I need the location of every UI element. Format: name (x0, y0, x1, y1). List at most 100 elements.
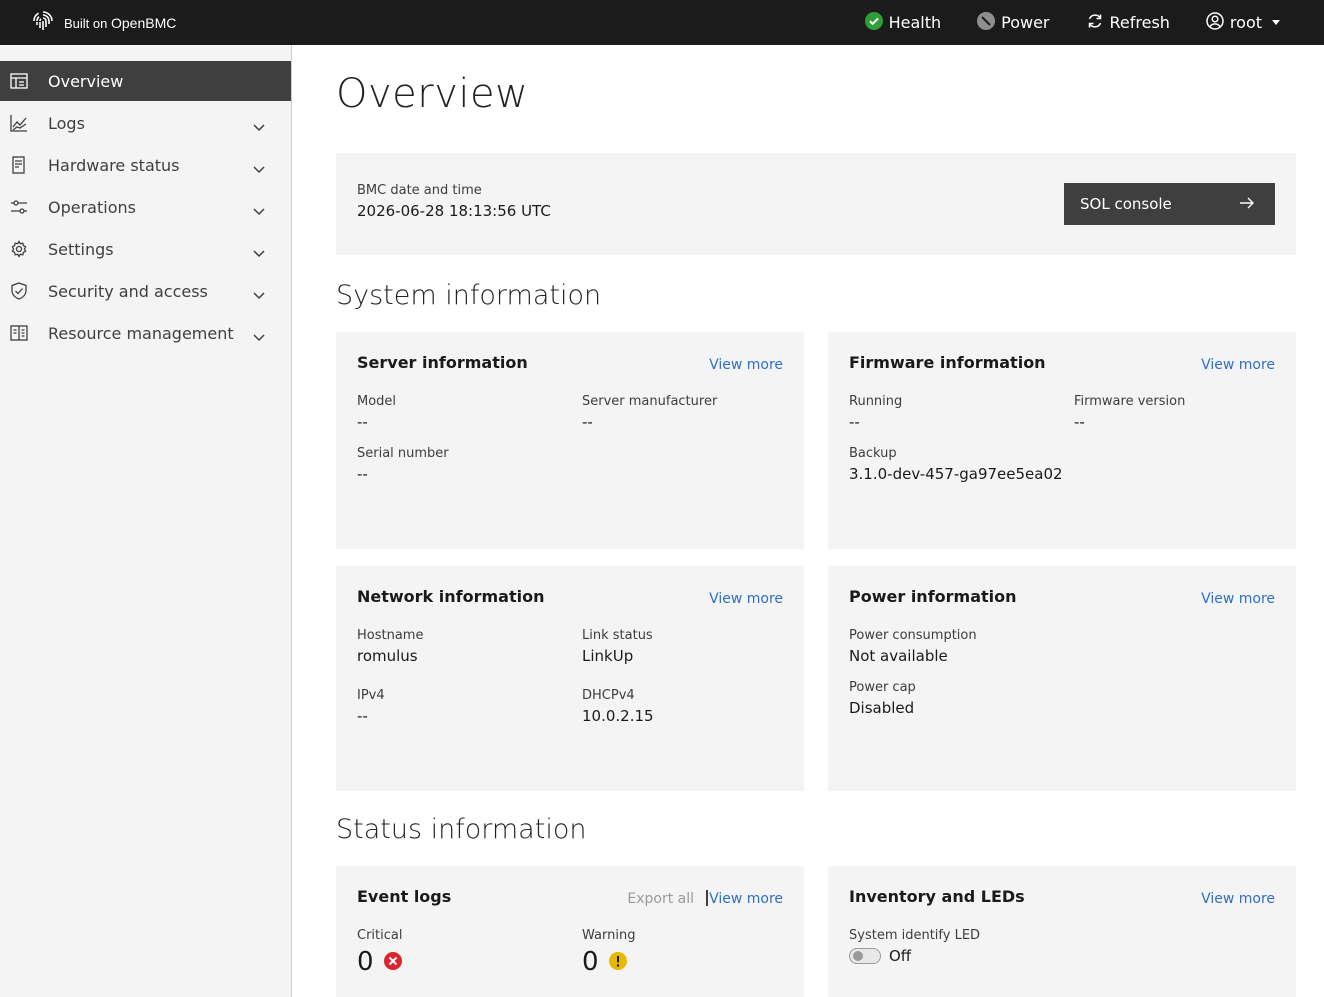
identify-led-toggle[interactable] (849, 948, 881, 964)
sol-console-label: SOL console (1080, 195, 1172, 213)
sidebar: Overview Logs Hardware status Operations… (0, 45, 292, 997)
dhcpv4-label: DHCPv4 (582, 688, 635, 703)
hardware-icon (10, 156, 28, 174)
firmware-version-value: -- (1074, 413, 1085, 431)
system-identify-led-label: System identify LED (849, 928, 981, 943)
sidebar-item-label: Settings (48, 239, 114, 259)
backup-value: 3.1.0-dev-457-ga97ee5ea02 (849, 465, 1063, 483)
page-title: Overview (336, 71, 529, 117)
running-value: -- (849, 413, 860, 431)
warning-count: 0 (582, 947, 599, 977)
bmc-datetime-label: BMC date and time (357, 183, 482, 198)
sidebar-item-operations[interactable]: Operations (0, 187, 291, 227)
sidebar-item-label: Hardware status (48, 155, 180, 175)
sidebar-item-logs[interactable]: Logs (0, 103, 291, 143)
view-more-link[interactable]: View more (709, 891, 783, 907)
view-more-link[interactable]: View more (709, 357, 783, 373)
system-information-heading: System information (336, 280, 602, 311)
openbmc-logo-icon (30, 8, 56, 38)
sidebar-item-label: Operations (48, 197, 136, 217)
dhcpv4-value: 10.0.2.15 (582, 707, 654, 725)
user-name: root (1229, 13, 1262, 32)
sol-console-button[interactable]: SOL console (1064, 183, 1275, 225)
critical-error-icon (383, 947, 402, 977)
refresh-button[interactable]: Refresh (1068, 0, 1188, 45)
power-information-card: Power information View more Power consum… (828, 566, 1296, 791)
caret-down-icon (1272, 20, 1280, 25)
sidebar-item-hardware-status[interactable]: Hardware status (0, 145, 291, 185)
link-status-label: Link status (582, 628, 653, 643)
power-button[interactable]: Power (959, 0, 1067, 45)
sidebar-item-settings[interactable]: Settings (0, 229, 291, 269)
event-logs-card: Event logs Export all View more Critical… (336, 866, 804, 997)
bmc-datetime-value: 2026-06-28 18:13:56 UTC (357, 202, 551, 220)
dashboard-icon (10, 72, 28, 90)
power-cap-label: Power cap (849, 680, 916, 695)
chevron-down-icon (253, 117, 265, 136)
refresh-label: Refresh (1109, 13, 1170, 32)
view-more-link[interactable]: View more (709, 591, 783, 607)
inventory-leds-card: Inventory and LEDs View more System iden… (828, 866, 1296, 997)
link-status-value: LinkUp (582, 647, 634, 665)
firmware-information-card: Firmware information View more Running -… (828, 332, 1296, 549)
status-information-heading: Status information (336, 814, 587, 845)
firmware-version-label: Firmware version (1074, 394, 1186, 409)
health-ok-icon (864, 11, 883, 34)
ipv4-label: IPv4 (357, 688, 385, 703)
manufacturer-value: -- (582, 413, 593, 431)
model-label: Model (357, 394, 397, 409)
resource-icon (10, 324, 28, 342)
server-information-card: Server information View more Model -- Se… (336, 332, 804, 549)
sidebar-item-label: Overview (48, 71, 124, 91)
identify-led-state: Off (889, 947, 912, 965)
ipv4-value: -- (357, 707, 368, 725)
view-more-link[interactable]: View more (1201, 891, 1275, 907)
user-avatar-icon (1206, 11, 1224, 34)
chevron-down-icon (253, 159, 265, 178)
chevron-down-icon (253, 327, 265, 346)
hostname-label: Hostname (357, 628, 424, 643)
sidebar-item-label: Logs (48, 113, 85, 133)
bmc-datetime-panel: BMC date and time 2026-06-28 18:13:56 UT… (336, 153, 1296, 255)
health-label: Health (888, 13, 942, 32)
chevron-down-icon (253, 201, 265, 220)
sidebar-item-resource-management[interactable]: Resource management (0, 313, 291, 353)
sidebar-item-label: Security and access (48, 281, 208, 301)
power-label: Power (1001, 13, 1050, 32)
warning-label: Warning (582, 928, 636, 943)
user-menu[interactable]: root (1188, 0, 1324, 45)
chevron-down-icon (253, 285, 265, 304)
critical-count: 0 (357, 947, 374, 977)
brand-text: Built on OpenBMC (64, 15, 177, 31)
critical-label: Critical (357, 928, 403, 943)
refresh-icon (1086, 12, 1104, 34)
running-label: Running (849, 394, 903, 409)
network-information-card: Network information View more Hostname r… (336, 566, 804, 791)
health-button[interactable]: Health (847, 0, 960, 45)
serial-number-label: Serial number (357, 446, 449, 461)
view-more-link[interactable]: View more (1201, 357, 1275, 373)
gear-icon (10, 240, 28, 258)
power-cap-value: Disabled (849, 699, 915, 717)
sidebar-item-security[interactable]: Security and access (0, 271, 291, 311)
arrow-right-icon (1239, 195, 1255, 213)
power-consumption-label: Power consumption (849, 628, 977, 643)
power-status-icon (977, 11, 996, 34)
view-more-link[interactable]: View more (1201, 591, 1275, 607)
shield-icon (10, 282, 28, 300)
chart-icon (10, 114, 28, 132)
top-navbar: Built on OpenBMC Health Power Refresh ro… (0, 0, 1324, 45)
chevron-down-icon (253, 243, 265, 262)
sliders-icon (10, 198, 28, 216)
model-value: -- (357, 413, 368, 431)
sidebar-item-label: Resource management (48, 323, 234, 343)
backup-label: Backup (849, 446, 897, 461)
power-consumption-value: Not available (849, 647, 948, 665)
manufacturer-label: Server manufacturer (582, 394, 718, 409)
brand-logo[interactable]: Built on OpenBMC (30, 8, 176, 38)
serial-number-value: -- (357, 465, 368, 483)
divider (706, 890, 708, 906)
hostname-value: romulus (357, 647, 418, 665)
sidebar-item-overview[interactable]: Overview (0, 61, 291, 101)
export-all-link[interactable]: Export all (627, 891, 694, 907)
